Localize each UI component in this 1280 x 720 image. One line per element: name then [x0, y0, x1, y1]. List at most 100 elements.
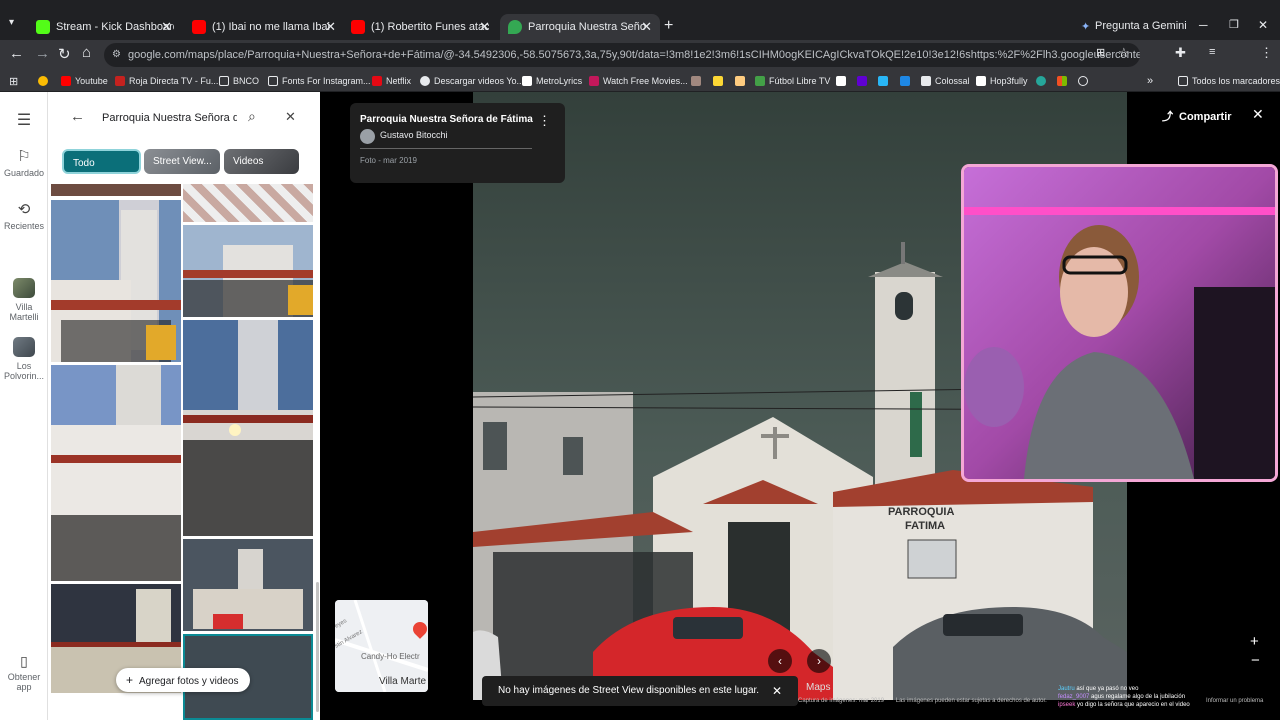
tab-youtube-ibai[interactable]: (1) Ibai no me llama Ibai #yout ✕ — [184, 14, 344, 40]
yahoo-icon — [857, 76, 867, 86]
recent-place-los-polvorines[interactable]: Los Polvorin... — [0, 337, 48, 381]
bookmark-extra-8[interactable] — [1057, 73, 1071, 89]
share-button[interactable]: ⤴ Compartir — [1162, 108, 1232, 124]
close-tab-icon[interactable]: ✕ — [161, 19, 172, 35]
gemini-icon[interactable]: ✦ — [1081, 20, 1090, 33]
apps-grid-icon[interactable]: ⊞ — [9, 73, 18, 89]
bookmark-icon — [900, 76, 910, 86]
bookmark-futbol-libre[interactable]: Fútbol Libre TV — [755, 73, 830, 89]
photo-thumb-7[interactable] — [183, 539, 313, 631]
copyright-notice: Las imágenes pueden estar sujetas a dere… — [895, 698, 1047, 704]
back-icon[interactable]: ← — [9, 45, 24, 62]
add-photos-button[interactable]: + Agregar fotos y videos — [116, 668, 250, 692]
church-photo — [183, 225, 313, 317]
bookmark-fonts[interactable]: Fonts For Instagram... — [268, 73, 371, 89]
bookmark-yahoo[interactable] — [857, 73, 871, 89]
mini-map[interactable]: eyes stin Alvarez Candy-Ho Electr Villa … — [335, 600, 428, 692]
tab-search-icon[interactable]: ▾ — [9, 17, 14, 28]
all-bookmarks-folder[interactable]: Todos los marcadores — [1178, 73, 1280, 89]
bookmark-extra-6[interactable] — [900, 73, 914, 89]
bookmark-roja-directa[interactable]: Roja Directa TV - Fu... — [115, 73, 218, 89]
prev-photo-button[interactable]: ‹ — [768, 649, 792, 673]
share-icon: ⤴ — [1162, 111, 1173, 123]
next-photo-button[interactable]: › — [807, 649, 831, 673]
media-icon[interactable]: ≡ — [1209, 46, 1215, 58]
author-avatar — [360, 129, 375, 144]
maps-favicon-icon — [508, 20, 522, 34]
menu-button[interactable]: ☰ — [0, 110, 48, 130]
phone-icon: ▯ — [20, 653, 28, 669]
bookmark-colossal[interactable]: Colossal — [921, 73, 970, 89]
zoom-out-button[interactable]: − — [1251, 652, 1260, 669]
panel-scrollbar[interactable] — [316, 582, 319, 712]
bookmark-watch-movies[interactable]: Watch Free Movies... — [589, 73, 688, 89]
more-options-icon[interactable]: ⋮ — [538, 113, 551, 129]
bookmark-extra-1[interactable] — [691, 73, 705, 89]
bookmark-icon — [836, 76, 846, 86]
install-icon[interactable]: ⊞ — [1096, 46, 1105, 59]
add-photos-label: Agregar fotos y videos — [139, 676, 239, 687]
bookmark-youtube[interactable]: Youtube — [61, 73, 108, 89]
search-box[interactable]: ← Parroquia Nuestra Señora de ⌕ ✕ — [60, 102, 312, 134]
close-tab-icon[interactable]: ✕ — [641, 19, 652, 35]
search-input[interactable]: Parroquia Nuestra Señora de — [102, 112, 237, 124]
browser-toolbar: ← → ↻ ⌂ ⚙ google.com/maps/place/Parroqui… — [0, 40, 1280, 103]
new-tab-icon[interactable]: + — [664, 18, 673, 34]
home-icon[interactable]: ⌂ — [82, 44, 91, 61]
youtube-favicon-icon — [351, 20, 365, 34]
restore-icon[interactable]: ❐ — [1229, 18, 1239, 31]
bookmark-extra-2[interactable] — [713, 73, 727, 89]
site-info-icon[interactable]: ⚙ — [112, 43, 121, 67]
toast-close-icon[interactable]: ✕ — [772, 676, 782, 706]
bookmark-extra-3[interactable] — [735, 73, 749, 89]
author-name[interactable]: Gustavo Bitocchi — [380, 130, 448, 140]
bookmark-star-icon[interactable]: ☆ — [1118, 45, 1130, 61]
bookmark-extra-7[interactable] — [1036, 73, 1050, 89]
recents-button[interactable]: ⟲ Recientes — [0, 200, 48, 231]
recent-place-villa-martelli[interactable]: Villa Martelli — [0, 278, 48, 322]
photo-thumb-2[interactable] — [183, 184, 313, 222]
photo-thumb-3[interactable] — [51, 200, 181, 362]
clear-search-icon[interactable]: ✕ — [285, 109, 296, 125]
maps-watermark: Maps — [806, 682, 831, 693]
bookmark-metrolyrics[interactable]: MetroLyrics — [522, 73, 582, 89]
photo-thumb-5[interactable] — [183, 320, 313, 536]
close-tab-icon[interactable]: ✕ — [325, 19, 336, 35]
photo-thumb-4[interactable] — [183, 225, 313, 317]
bookmark-extra-9[interactable] — [1078, 73, 1092, 89]
get-app-button[interactable]: ▯ Obtener app — [0, 653, 48, 692]
reload-icon[interactable]: ↻ — [58, 45, 71, 63]
chip-street-view[interactable]: Street View... — [144, 149, 220, 174]
chip-todo[interactable]: Todo — [62, 149, 141, 174]
photo-thumb-1[interactable] — [51, 184, 181, 196]
window-close-icon[interactable]: ✕ — [1258, 18, 1268, 32]
extensions-puzzle-icon[interactable]: ✚ — [1175, 45, 1186, 61]
bookmark-bnco[interactable]: BNCO — [219, 73, 259, 89]
zoom-in-button[interactable]: + — [1250, 633, 1259, 650]
gemini-button[interactable]: Pregunta a Gemini — [1095, 20, 1187, 32]
bookmark-hop3fully[interactable]: Hop3fully — [976, 73, 1028, 89]
search-icon[interactable]: ⌕ — [248, 108, 256, 125]
emoji-bookmark-icon[interactable] — [38, 73, 52, 89]
tab-youtube-robertito[interactable]: (1) Robertito Funes atacado po ✕ — [343, 14, 498, 40]
minimize-icon[interactable]: ─ — [1199, 18, 1208, 32]
more-bookmarks-icon[interactable]: » — [1147, 73, 1153, 89]
bookmark-descargar[interactable]: Descargar videos Yo... — [420, 73, 524, 89]
chat-message: Jautru así que ya pasó no veo — [1058, 686, 1139, 692]
back-arrow-icon[interactable]: ← — [70, 108, 85, 125]
close-viewer-icon[interactable]: ✕ — [1252, 106, 1264, 123]
address-bar[interactable]: ⚙ google.com/maps/place/Parroquia+Nuestr… — [104, 43, 1140, 67]
bookmark-extra-4[interactable] — [836, 73, 850, 89]
forward-icon[interactable]: → — [35, 45, 50, 62]
church-photo — [183, 539, 313, 631]
no-street-view-toast: No hay imágenes de Street View disponibl… — [482, 676, 798, 706]
tab-maps[interactable]: Parroquia Nuestra Señora de F ✕ — [500, 14, 660, 40]
menu-kebab-icon[interactable]: ⋮ — [1260, 45, 1273, 61]
photo-thumb-6[interactable] — [51, 365, 181, 581]
saved-button[interactable]: ⚐ Guardado — [0, 147, 48, 178]
close-tab-icon[interactable]: ✕ — [479, 19, 490, 35]
tab-kick[interactable]: Stream - Kick Dashboard ✕ — [28, 14, 180, 40]
chip-videos[interactable]: Videos — [224, 149, 299, 174]
bookmark-netflix[interactable]: Netflix — [372, 73, 411, 89]
bookmark-extra-5[interactable] — [878, 73, 892, 89]
